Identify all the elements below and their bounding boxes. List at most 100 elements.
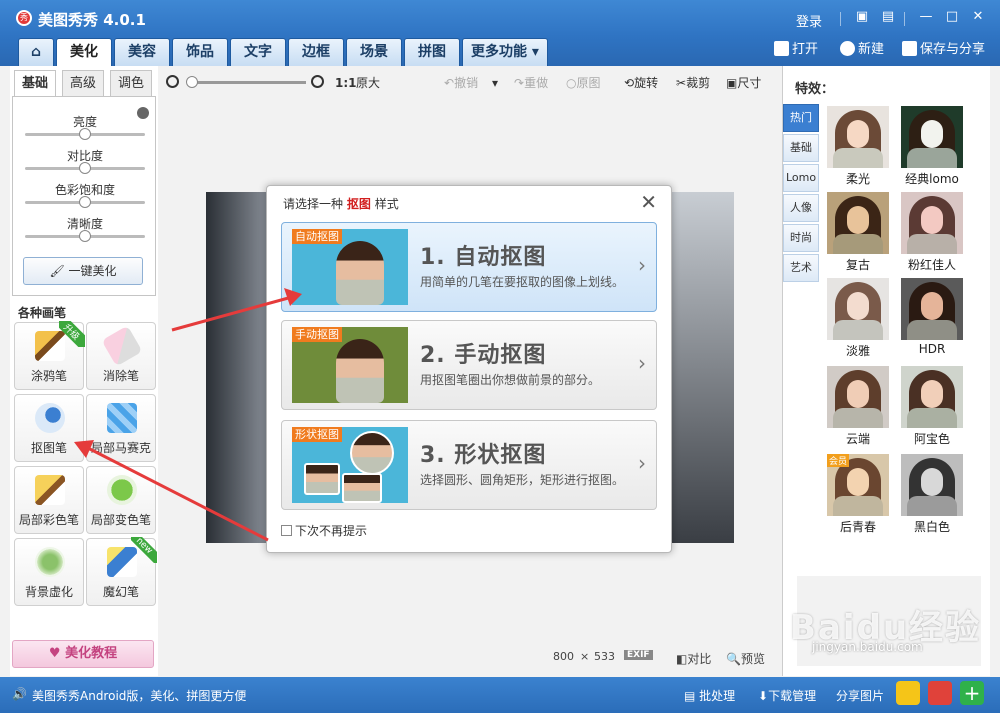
zoom-knob[interactable] (186, 76, 198, 88)
dropdown-arrow-icon: ▾ (531, 44, 539, 60)
effect-classic-lomo[interactable]: 经典lomo (901, 106, 965, 186)
tab-text[interactable]: 文字 (230, 38, 286, 66)
zoom-in-icon[interactable] (311, 75, 324, 88)
dont-show-again[interactable]: 下次不再提示 (281, 522, 367, 539)
shape-cutout-option[interactable]: 形状抠图 3. 形状抠图 选择圆形、圆角矩形，矩形进行抠图。 › (281, 420, 657, 510)
image-height: 533 (594, 650, 615, 663)
weibo-icon[interactable] (928, 681, 952, 705)
category-basic[interactable]: 基础 (783, 134, 819, 162)
maximize-icon[interactable]: □ (944, 9, 960, 25)
compare-icon: ◧ (676, 652, 688, 666)
effect-label: 经典lomo (905, 172, 959, 186)
minimize-icon[interactable]: — (918, 9, 934, 25)
share-image-button[interactable]: 分享图片 (836, 687, 884, 704)
category-portrait[interactable]: 人像 (783, 194, 819, 222)
effect-hdr[interactable]: HDR (901, 278, 965, 358)
effect-abao[interactable]: 阿宝色 (901, 366, 965, 446)
undo-icon: ↶ (444, 76, 455, 90)
compare-label: 对比 (687, 652, 712, 666)
tab-accessories[interactable]: 饰品 (172, 38, 228, 66)
effect-label: 粉红佳人 (907, 258, 956, 272)
effect-label: 黑白色 (913, 520, 950, 534)
contrast-knob[interactable] (79, 162, 91, 174)
saturation-knob[interactable] (79, 196, 91, 208)
original-size-button[interactable]: 原大 (356, 76, 380, 90)
download-manager-button[interactable]: ⬇下载管理 (758, 687, 816, 704)
new-button[interactable]: 新建 (840, 40, 884, 60)
effect-retro[interactable]: 复古 (827, 192, 891, 272)
brush-magic[interactable]: new 魔幻笔 (86, 537, 157, 606)
tab-more-label: 更多功能 (471, 44, 528, 60)
brush-bg-blur[interactable]: 背景虚化 (14, 538, 84, 606)
batch-button[interactable]: ▤ 批处理 (684, 687, 735, 704)
zoom-out-icon[interactable] (166, 75, 179, 88)
resize-button[interactable]: ▣尺寸 (726, 76, 761, 90)
cutout-pen-icon (35, 403, 65, 433)
effect-thumbnail (901, 278, 963, 340)
compare-button[interactable]: ◧对比 (676, 650, 711, 667)
zoom-slider[interactable] (188, 81, 306, 84)
home-tab[interactable]: ⌂ (18, 38, 54, 66)
effect-cloud[interactable]: 云端 (827, 366, 891, 446)
auto-cutout-option[interactable]: 自动抠图 1. 自动抠图 用简单的几笔在要抠取的图像上划线。 › (281, 222, 657, 312)
scarf (907, 496, 957, 516)
scarf (833, 320, 883, 340)
menu-icon[interactable]: ▤ (880, 9, 896, 25)
brush-label: 涂鸦笔 (30, 369, 67, 383)
subtab-basic[interactable]: 基础 (14, 70, 56, 98)
option-title: 3. 形状抠图 (420, 443, 547, 468)
plus-share-icon[interactable]: + (960, 681, 984, 705)
tab-collage[interactable]: 拼图 (404, 38, 460, 66)
dont-show-checkbox[interactable] (281, 525, 292, 536)
face (847, 206, 869, 234)
exif-button[interactable]: EXIF (624, 650, 653, 660)
scarf (833, 148, 883, 168)
undo-button[interactable]: ↶撤销 (444, 76, 478, 90)
promo-text[interactable]: 美图秀秀Android版，美化、拼图更方便 (32, 687, 246, 704)
manual-cutout-option[interactable]: 手动抠图 2. 手动抠图 用抠图笔圈出你想做前景的部分。 › (281, 320, 657, 410)
effect-soft-light[interactable]: 柔光 (827, 106, 891, 186)
save-share-button[interactable]: 保存与分享 (902, 40, 985, 60)
beautify-tutorial-button[interactable]: ♥ 美化教程 (12, 640, 154, 668)
subtab-advanced[interactable]: 高级 (62, 70, 104, 96)
effect-elegant[interactable]: 淡雅 (827, 278, 891, 358)
brush-label: 消除笔 (102, 369, 139, 383)
login-link[interactable]: 登录 (796, 11, 822, 30)
subtab-color[interactable]: 调色 (110, 70, 152, 96)
effect-thumbnail (827, 106, 889, 168)
redo-button[interactable]: ↷重做 (514, 76, 548, 90)
main-tabbar: ⌂ 美化 美容 饰品 文字 边框 场景 拼图 更多功能 ▾ 打开 新建 保存与分… (0, 36, 1000, 66)
category-fashion[interactable]: 时尚 (783, 224, 819, 252)
category-hot[interactable]: 热门 (783, 104, 819, 132)
close-icon[interactable]: ✕ (640, 192, 657, 212)
face (847, 120, 869, 148)
brightness-knob[interactable] (79, 128, 91, 140)
effect-youth[interactable]: 会员 后青春 (827, 454, 891, 534)
undo-dropdown-icon[interactable]: ▾ (492, 76, 498, 90)
effect-pink-lady[interactable]: 粉红佳人 (901, 192, 965, 272)
category-lomo[interactable]: Lomo (783, 164, 819, 192)
scarf (907, 234, 957, 254)
zoom-ratio: 1:1 (335, 76, 357, 90)
rotate-button[interactable]: ⟲旋转 (624, 76, 658, 90)
open-button[interactable]: 打开 (774, 40, 818, 60)
close-window-icon[interactable]: ✕ (970, 9, 986, 25)
tab-scene[interactable]: 场景 (346, 38, 402, 66)
sharpness-knob[interactable] (79, 230, 91, 242)
preview-button[interactable]: 🔍预览 (726, 650, 765, 667)
original-button[interactable]: ○原图 (566, 76, 601, 90)
brush-eraser[interactable]: 消除笔 (86, 322, 156, 390)
tab-frame[interactable]: 边框 (288, 38, 344, 66)
tab-beautify[interactable]: 美化 (56, 38, 112, 66)
option-title: 1. 自动抠图 (420, 245, 547, 270)
one-click-beautify-button[interactable]: 🖌 一键美化 (23, 257, 143, 285)
effect-black-white[interactable]: 黑白色 (901, 454, 965, 534)
message-icon[interactable]: ▣ (854, 9, 870, 25)
brush-doodle[interactable]: 升级 涂鸦笔 (14, 321, 85, 390)
crop-button[interactable]: ✂裁剪 (676, 76, 710, 90)
qzone-star-icon[interactable] (896, 681, 920, 705)
tab-more[interactable]: 更多功能 ▾ (462, 38, 548, 66)
category-art[interactable]: 艺术 (783, 254, 819, 282)
tab-beauty[interactable]: 美容 (114, 38, 170, 66)
image-width: 800 (553, 650, 574, 663)
